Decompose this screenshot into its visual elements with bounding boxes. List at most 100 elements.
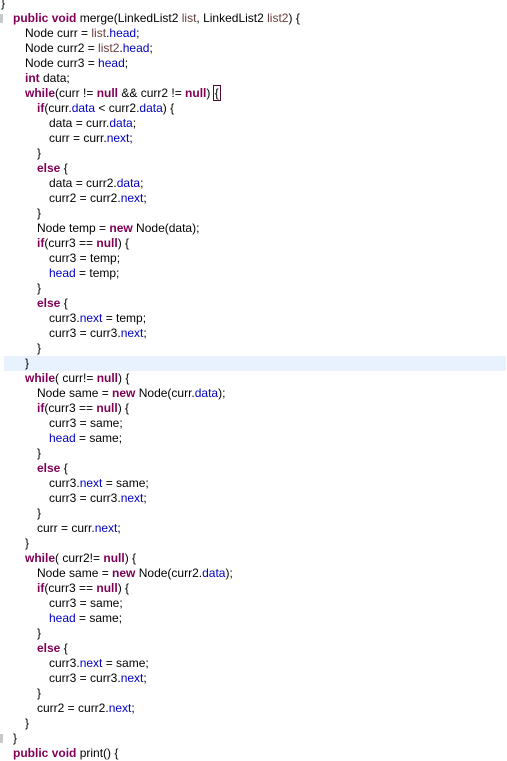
code-token: curr3 = same;: [49, 596, 123, 610]
code-line[interactable]: if(curr3 == null) {: [0, 236, 507, 251]
code-line[interactable]: else {: [0, 161, 507, 176]
code-text: curr3 = curr3.next;: [49, 326, 147, 341]
code-text: curr = curr.next;: [37, 521, 121, 536]
code-token: curr3 = temp;: [49, 251, 121, 265]
code-token: curr = curr.: [37, 521, 95, 535]
code-line[interactable]: }: [0, 626, 507, 641]
keyword-token: else: [37, 161, 61, 175]
fold-marker-icon[interactable]: [0, 734, 3, 743]
code-line[interactable]: Node curr2 = list2.head;: [0, 41, 507, 56]
fold-marker-icon[interactable]: [0, 14, 3, 23]
code-token: }: [37, 626, 42, 640]
code-text: int data;: [25, 71, 70, 86]
code-line[interactable]: curr = curr.next;: [0, 521, 507, 536]
code-editor[interactable]: } public void merge(LinkedList2 list, Lin…: [0, 0, 507, 761]
code-line[interactable]: curr3 = curr3.next;: [0, 671, 507, 686]
keyword-token: null: [96, 371, 119, 385]
code-line[interactable]: else {: [0, 641, 507, 656]
code-line[interactable]: curr3 = curr3.next;: [0, 326, 507, 341]
code-text: data = curr2.data;: [49, 176, 143, 191]
keyword-token: public: [13, 746, 49, 760]
code-line[interactable]: curr3 = curr3.next;: [0, 491, 507, 506]
field-token: next: [106, 131, 130, 145]
field-token: next: [120, 491, 144, 505]
code-text: if(curr3 == null) {: [37, 236, 129, 251]
code-text: while( curr!= null) {: [25, 371, 129, 386]
code-token: }: [37, 686, 42, 700]
code-line[interactable]: }: [0, 716, 507, 731]
code-line[interactable]: head = temp;: [0, 266, 507, 281]
code-line[interactable]: else {: [0, 296, 507, 311]
code-text: if(curr3 == null) {: [37, 581, 129, 596]
code-line[interactable]: public void merge(LinkedList2 list, Link…: [0, 11, 507, 26]
code-line[interactable]: data = curr.data;: [0, 116, 507, 131]
code-token: ) {: [162, 101, 175, 115]
code-line[interactable]: }: [0, 506, 507, 521]
code-line[interactable]: }: [0, 281, 507, 296]
field-token: next: [79, 476, 103, 490]
code-token: < curr2.: [95, 101, 140, 115]
code-token: curr2 = curr2.: [49, 191, 121, 205]
code-line[interactable]: curr = curr.next;: [0, 131, 507, 146]
code-text: public void print() {: [13, 746, 118, 761]
parameter-token: list2: [267, 11, 289, 25]
code-token: ) {: [118, 371, 130, 385]
field-token: data: [202, 566, 226, 580]
code-token: ): [206, 86, 214, 100]
code-text: }: [1, 0, 5, 11]
code-line[interactable]: curr3 = temp;: [0, 251, 507, 266]
code-text: else {: [37, 161, 68, 176]
code-line[interactable]: }: [0, 206, 507, 221]
code-line[interactable]: curr3 = same;: [0, 416, 507, 431]
code-line[interactable]: }: [0, 446, 507, 461]
code-token: {: [60, 461, 68, 475]
code-line[interactable]: while(curr != null && curr2 != null) {: [0, 85, 507, 101]
code-token: Node same =: [37, 386, 113, 400]
code-line[interactable]: Node curr = list.head;: [0, 26, 507, 41]
code-token: Node(curr2.: [135, 566, 203, 580]
code-text: }: [37, 281, 41, 296]
code-text: while(curr != null && curr2 != null) {: [25, 85, 221, 101]
field-token: next: [79, 311, 103, 325]
matched-bracket: {: [212, 85, 221, 101]
code-line[interactable]: curr3.next = same;: [0, 656, 507, 671]
code-token: {: [60, 641, 68, 655]
code-line[interactable]: while( curr2!= null) {: [0, 551, 507, 566]
code-line[interactable]: curr3.next = same;: [0, 476, 507, 491]
field-token: data: [71, 101, 96, 115]
code-line-current[interactable]: }: [4, 356, 506, 371]
code-line[interactable]: curr3 = same;: [0, 596, 507, 611]
code-line[interactable]: data = curr2.data;: [0, 176, 507, 191]
code-token: }: [1, 0, 6, 10]
code-line[interactable]: Node curr3 = head;: [0, 56, 507, 71]
code-line[interactable]: Node same = new Node(curr.data);: [0, 386, 507, 401]
code-line[interactable]: curr2 = curr2.next;: [0, 701, 507, 716]
code-line[interactable]: else {: [0, 461, 507, 476]
code-line[interactable]: Node same = new Node(curr2.data);: [0, 566, 507, 581]
code-line[interactable]: curr2 = curr2.next;: [0, 191, 507, 206]
code-line[interactable]: public void print() {: [0, 746, 507, 761]
code-token: }: [37, 281, 42, 295]
code-line[interactable]: head = same;: [0, 611, 507, 626]
code-token: curr2 = curr2.: [37, 701, 109, 715]
code-text: curr2 = curr2.next;: [49, 191, 147, 206]
code-line[interactable]: }: [0, 731, 507, 746]
code-line[interactable]: if(curr3 == null) {: [0, 581, 507, 596]
code-line[interactable]: }: [0, 536, 507, 551]
code-token: ( curr!=: [55, 371, 97, 385]
code-line[interactable]: }: [0, 0, 507, 11]
code-line[interactable]: Node temp = new Node(data);: [0, 221, 507, 236]
code-line[interactable]: if(curr.data < curr2.data) {: [0, 101, 507, 116]
code-text: Node same = new Node(curr.data);: [37, 386, 225, 401]
code-line[interactable]: }: [0, 341, 507, 356]
code-text: curr3 = temp;: [49, 251, 120, 266]
code-line[interactable]: int data;: [0, 71, 507, 86]
code-token: Node temp =: [37, 221, 110, 235]
code-line[interactable]: while( curr!= null) {: [0, 371, 507, 386]
code-line[interactable]: }: [0, 686, 507, 701]
keyword-token: while: [25, 86, 56, 100]
code-line[interactable]: curr3.next = temp;: [0, 311, 507, 326]
code-line[interactable]: if(curr3 == null) {: [0, 401, 507, 416]
code-line[interactable]: }: [0, 146, 507, 161]
code-line[interactable]: head = same;: [0, 431, 507, 446]
